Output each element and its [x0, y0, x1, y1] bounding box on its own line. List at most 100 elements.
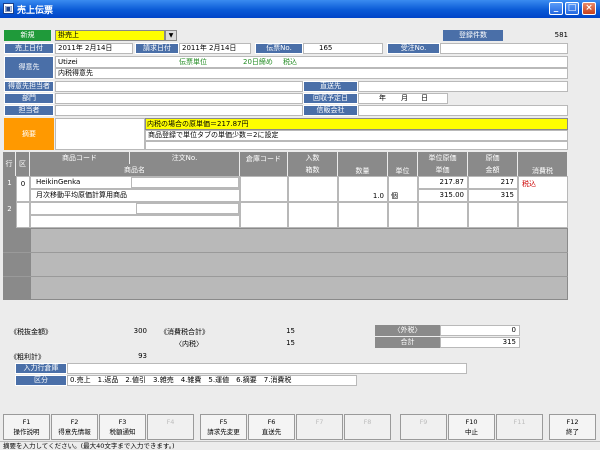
row-warehouse[interactable] — [240, 202, 288, 228]
f8-button[interactable]: F8 — [344, 414, 391, 440]
row-product-name[interactable]: 月次移動平均原価計算用商品 — [30, 189, 240, 202]
row-cost: 217 — [468, 176, 518, 189]
customer-closing: 20日締め — [243, 58, 273, 66]
col-amount: 金額 — [468, 164, 518, 176]
row-code[interactable]: HeikinGenka — [30, 176, 240, 189]
staff-label: 担当者 — [4, 105, 54, 116]
f11-button[interactable]: F11 — [496, 414, 543, 440]
row-unit[interactable] — [388, 202, 418, 228]
profit-value: 93 — [138, 352, 147, 360]
contact-field[interactable] — [55, 81, 303, 92]
fkey-label: 終了 — [566, 428, 579, 436]
ship-to-field[interactable] — [358, 81, 568, 92]
contact-label: 得意先担当者 — [4, 81, 54, 92]
row-product-name[interactable] — [30, 215, 240, 228]
sum-label: 合計 — [375, 337, 440, 348]
f10-button[interactable]: F10 中止 — [448, 414, 495, 440]
summary-line-1[interactable]: 内税の場合の原単価＝217.87円 — [145, 118, 568, 130]
fkey-number: F1 — [22, 418, 31, 426]
row-cost-price[interactable]: 217.87 — [418, 176, 468, 189]
entry-warehouse-label: 入力行倉庫 — [15, 363, 67, 374]
fkey-number: F5 — [219, 418, 228, 426]
row-cost-price[interactable] — [418, 202, 468, 228]
customer-code-field[interactable]: Utizei 伝票単位 20日締め 税込 — [55, 56, 568, 68]
f9-button[interactable]: F9 — [400, 414, 447, 440]
dept-field[interactable] — [55, 93, 303, 104]
collect-day: 日 — [421, 94, 428, 102]
fkey-number: F11 — [513, 418, 526, 426]
f7-button[interactable]: F7 — [296, 414, 343, 440]
row-warehouse[interactable] — [240, 176, 288, 202]
col-irisu: 入数 — [288, 152, 338, 164]
title-bar — [0, 0, 600, 18]
gross-value: 300 — [133, 327, 147, 335]
bill-date-label: 請求日付 — [135, 43, 179, 54]
row-tax[interactable]: 税込 — [518, 176, 568, 202]
outer-tax-value: 0 — [440, 325, 520, 336]
f1-button[interactable]: F1 操作説明 — [3, 414, 50, 440]
fkey-number: F2 — [70, 418, 79, 426]
row-tax[interactable] — [518, 202, 568, 228]
customer-name-field: 内税得意先 — [55, 68, 568, 79]
col-row: 行 — [3, 152, 16, 176]
row-unit-price[interactable]: 315.00 — [418, 189, 468, 202]
col-unit: 単位 — [388, 152, 418, 176]
fkey-number: F3 — [118, 418, 127, 426]
order-no-field[interactable] — [440, 43, 568, 54]
inner-tax-value: 15 — [286, 339, 295, 347]
chevron-down-icon[interactable]: ▼ — [165, 30, 177, 41]
fkey-number: F8 — [363, 418, 372, 426]
sum-value: 315 — [440, 337, 520, 348]
maximize-button[interactable]: □ — [565, 2, 579, 15]
empty-rows — [30, 228, 568, 300]
summary-label: 摘要 — [4, 118, 54, 150]
row-kubun[interactable]: 0 — [16, 176, 30, 202]
fkey-number: F12 — [566, 418, 579, 426]
fkey-number: F6 — [267, 418, 276, 426]
row-irisu[interactable] — [288, 202, 338, 228]
summary-line-3[interactable] — [145, 141, 568, 150]
summary-line-2[interactable]: 商品登録で単位タブの単価少数＝2に設定 — [145, 130, 568, 141]
f3-button[interactable]: F3 税額通知 — [99, 414, 146, 440]
sale-type-select[interactable]: 掛売上 — [55, 30, 165, 41]
collect-date-field[interactable]: 年 月 日 — [358, 93, 448, 104]
col-order-no: 注文No. — [130, 152, 240, 164]
f5-button[interactable]: F5 請求先変更 — [200, 414, 247, 440]
ship-to-label: 直送先 — [303, 81, 358, 92]
close-button[interactable]: × — [582, 2, 596, 15]
entry-warehouse-field[interactable] — [67, 363, 467, 374]
bill-date-field[interactable]: 2011年 2月14日 — [179, 43, 251, 54]
row-code[interactable] — [30, 202, 240, 215]
f2-button[interactable]: F2 得意先情報 — [51, 414, 98, 440]
row-kubun[interactable] — [16, 202, 30, 228]
row-divider — [3, 276, 568, 277]
order-no-label: 受注No. — [387, 43, 440, 54]
profit-label: 《粗利計》 — [10, 353, 45, 361]
fkey-label: 操作説明 — [13, 428, 40, 436]
staff-field[interactable] — [55, 105, 303, 116]
row-qty[interactable] — [338, 202, 388, 228]
row-irisu[interactable] — [288, 176, 338, 202]
f4-button[interactable]: F4 — [147, 414, 194, 440]
fkey-number: F4 — [166, 418, 175, 426]
slip-no-field[interactable]: 165 — [303, 43, 383, 54]
sales-date-label: 売上日付 — [4, 43, 54, 54]
customer-unit: 伝票単位 — [179, 58, 207, 66]
f6-button[interactable]: F6 直送先 — [248, 414, 295, 440]
row-qty[interactable]: 1.0 — [338, 176, 388, 202]
fkey-label: 中止 — [465, 428, 478, 436]
inner-tax-label: 〈内税〉 — [175, 340, 203, 348]
entry-kubun-list: 0.売上 1.返品 2.値引 3.雑売 4.雑費 5.運値 6.摘要 7.消費税 — [67, 375, 357, 386]
row-number: 2 — [3, 202, 16, 228]
sales-date-field[interactable]: 2011年 2月14日 — [55, 43, 133, 54]
consign-field[interactable] — [358, 105, 568, 116]
row-amount: 315 — [468, 189, 518, 202]
minimize-button[interactable]: _ — [549, 2, 563, 15]
outer-tax-label: 〈外税〉 — [375, 325, 440, 336]
fkey-label: 得意先情報 — [58, 428, 91, 436]
status-bar: 摘要を入力してください。(最大40文字まで入力できます。) — [0, 441, 600, 450]
row-unit[interactable]: 個 — [388, 176, 418, 202]
f12-button[interactable]: F12 終了 — [549, 414, 596, 440]
summary-code-field[interactable] — [55, 118, 145, 150]
mode-label: 新規 — [4, 30, 51, 41]
